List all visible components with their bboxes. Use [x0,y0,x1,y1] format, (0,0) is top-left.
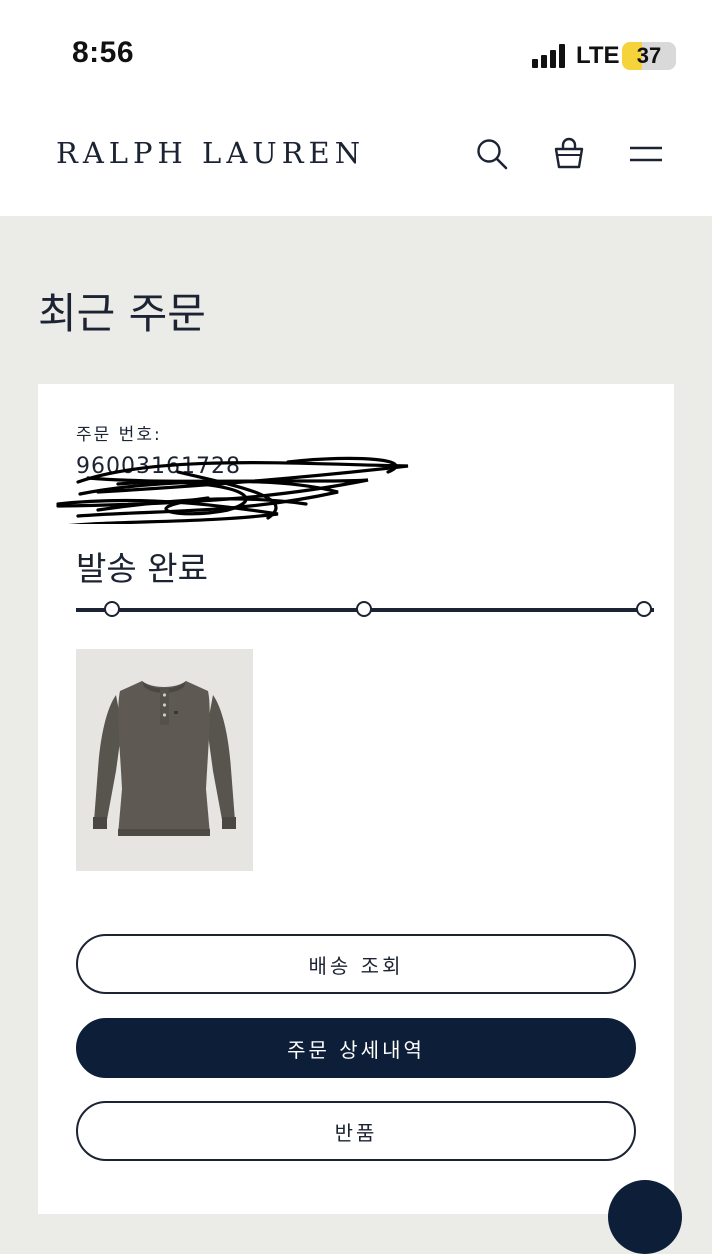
floating-chat-button[interactable] [608,1180,682,1254]
network-label: LTE [576,42,620,69]
product-thumbnail[interactable] [76,649,253,871]
signal-icon [532,44,570,68]
search-icon[interactable] [474,136,510,172]
progress-step-1 [104,601,120,617]
page-title: 최근 주문 [38,289,206,338]
redaction-scribble [56,456,409,524]
battery-level: 37 [636,43,662,68]
henley-shirt-image [76,649,253,871]
clock: 8:56 [72,36,135,69]
shipping-progress-bar [76,598,654,620]
order-details-button[interactable]: 주문 상세내역 [76,1018,636,1078]
status-bar: 8:56 LTE 37 [0,0,712,100]
progress-step-2 [356,601,372,617]
progress-step-3 [636,601,652,617]
battery-icon: 37 [622,42,676,70]
track-shipment-button[interactable]: 배송 조회 [76,934,636,994]
shopping-bag-icon[interactable] [551,136,587,172]
brand-logo[interactable]: RALPH LAUREN [56,136,365,170]
site-header: RALPH LAUREN [0,100,712,216]
order-status: 발송 완료 [76,549,208,588]
menu-icon[interactable] [628,136,664,172]
order-card: 주문 번호: 96003161728 발송 완료 배송 조회 주문 상세내역 반… [38,384,674,1214]
return-button[interactable]: 반품 [76,1101,636,1161]
